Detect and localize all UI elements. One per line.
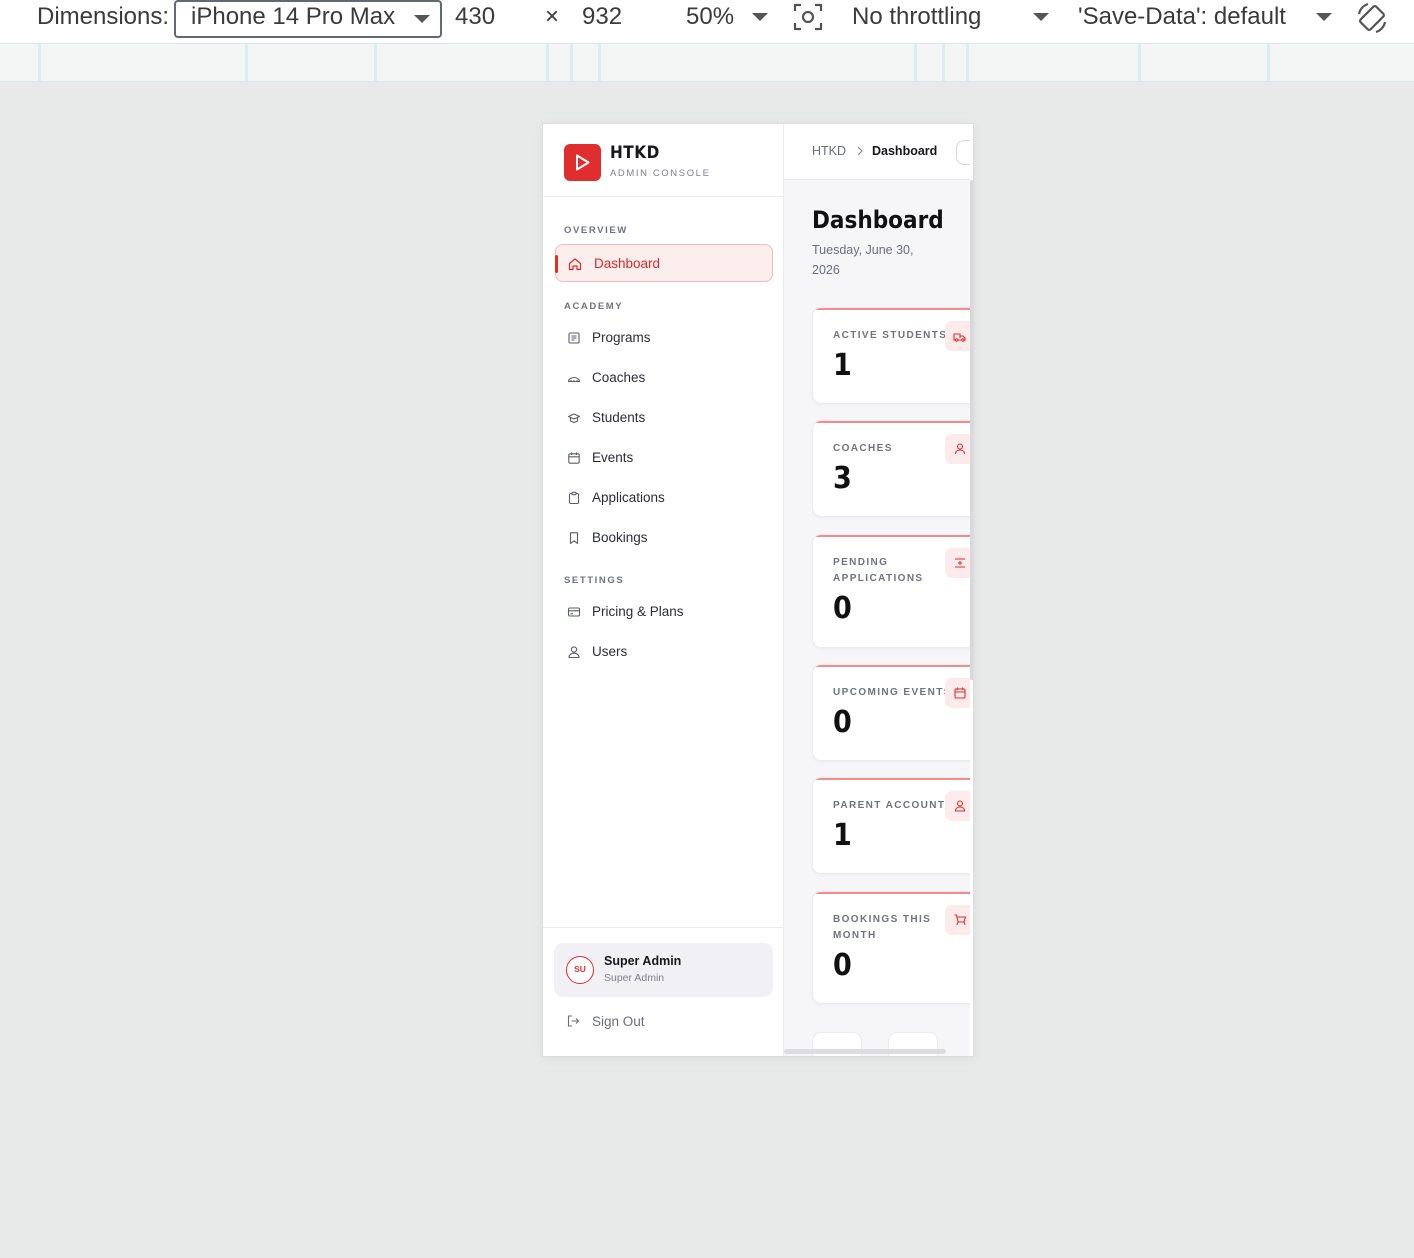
stat-label: UPCOMING EVENTS [833,687,952,698]
times-icon: × [545,3,560,30]
sidebar-item-dashboard[interactable]: Dashboard [555,244,773,282]
sidebar-item-label: Bookings [592,530,648,545]
users-icon [568,646,580,659]
chevron-down-icon [752,13,768,21]
sidebar-item-label: Dashboard [594,256,661,271]
stat-card-parent-accounts[interactable]: PARENT ACCOUNTS 1 [812,777,970,874]
user-name: Super Admin [604,954,682,968]
sign-out-button[interactable]: Sign Out [554,1006,773,1036]
stat-card-active-students[interactable]: ACTIVE STUDENTS 1 [812,307,970,404]
dimensions-label: Dimensions: [37,3,170,30]
sidebar-item-bookings[interactable]: Bookings [555,519,773,557]
file-plus-icon [945,548,970,578]
brand[interactable]: HTKD ADMIN CONSOLE [543,124,783,197]
stat-value: 3 [833,461,852,496]
sidebar-item-applications[interactable]: Applications [555,479,773,517]
rotate-icon[interactable] [1354,0,1390,36]
stat-label: ACTIVE STUDENTS [833,330,948,341]
nav-section-overview: OVERVIEW [564,225,628,236]
sidebar-item-label: Programs [592,330,651,345]
stat-card-pending-applications[interactable]: PENDING APPLICATIONS 0 [812,534,970,648]
user-icon [945,791,970,821]
nav-section-academy: ACADEMY [564,301,624,312]
save-data-select-value: 'Save-Data': default [1078,3,1286,30]
brand-subtitle: ADMIN CONSOLE [610,168,711,179]
whistle-icon [567,377,581,383]
sidebar-item-label: Coaches [592,370,646,385]
topbar-button[interactable] [956,140,970,165]
vertical-scrollbar[interactable] [970,180,973,680]
chevron-right-icon [857,146,863,156]
width-input[interactable]: 430 [455,3,495,31]
graduation-cap-icon [567,413,581,424]
stat-value: 0 [833,948,852,983]
chevron-down-icon [1033,13,1049,21]
play-icon [576,154,590,171]
sidebar-item-programs[interactable]: Programs [555,319,773,357]
sidebar-item-label: Applications [592,490,665,505]
stat-label: PENDING APPLICATIONS [833,557,924,584]
chevron-down-icon [1316,13,1332,21]
stat-label: COACHES [833,443,893,454]
main-content: HTKD Dashboard Dashboard Tuesday, June 3… [784,124,970,1056]
stat-value: 1 [833,818,852,853]
sidebar-footer: SU Super Admin Super Admin Sign Out [543,927,783,1056]
device-select-value: iPhone 14 Pro Max [191,3,396,30]
bookmark-icon [569,532,579,545]
stat-card-bookings-this-month[interactable]: BOOKINGS THIS MONTH 0 [812,891,970,1004]
students-icon [945,321,970,351]
sidebar-item-students[interactable]: Students [555,399,773,437]
throttling-select-value: No throttling [852,3,982,30]
user-card[interactable]: SU Super Admin Super Admin [554,943,773,997]
topbar: HTKD Dashboard [784,124,970,180]
stat-label: PARENT ACCOUNTS [833,800,954,811]
stat-value: 0 [833,705,852,740]
device-select[interactable]: iPhone 14 Pro Max [174,0,442,38]
sidebar-item-coaches[interactable]: Coaches [555,359,773,397]
stat-card-coaches[interactable]: COACHES 3 [812,420,970,517]
clipboard-icon [568,491,580,505]
home-icon [568,258,582,271]
user-icon [945,434,970,464]
height-input[interactable]: 932 [582,3,622,31]
sidebar-item-users[interactable]: Users [555,633,773,671]
sidebar: HTKD ADMIN CONSOLE OVERVIEW Dashboard AC… [543,124,784,1056]
breadcrumb-current: Dashboard [872,144,938,158]
device-viewport: HTKD ADMIN CONSOLE OVERVIEW Dashboard AC… [542,123,974,1057]
stat-value: 1 [833,348,852,383]
page-date: Tuesday, June 30, 2026 [812,243,914,277]
sidebar-item-pricing[interactable]: Pricing & Plans [555,593,773,631]
calendar-icon [568,452,580,464]
sidebar-item-label: Events [592,450,634,465]
screenshot-icon[interactable] [793,2,823,32]
sidebar-item-label: Pricing & Plans [592,604,684,619]
sidebar-item-label: Users [592,644,628,659]
horizontal-scrollbar[interactable] [784,1049,946,1054]
nav-section-settings: SETTINGS [564,575,625,586]
user-role: Super Admin [604,972,665,984]
media-query-ruler [0,44,1414,82]
sidebar-item-events[interactable]: Events [555,439,773,477]
brand-logo [564,144,601,181]
zoom-select-value: 50% [686,3,735,30]
stat-label: BOOKINGS THIS MONTH [833,914,932,941]
newspaper-icon [568,332,580,344]
avatar: SU [566,956,594,984]
calendar-icon [945,678,970,708]
stat-card-upcoming-events[interactable]: UPCOMING EVENTS 0 [812,664,970,761]
brand-name: HTKD [610,143,660,163]
sidebar-item-label: Students [592,410,646,425]
devtools-device-toolbar: Dimensions: iPhone 14 Pro Max 430 × 932 … [0,0,1414,44]
credit-card-icon [567,607,581,617]
stat-value: 0 [833,591,852,626]
sign-out-label: Sign Out [592,1014,645,1029]
page-title: Dashboard [812,206,944,234]
cart-icon [945,905,970,935]
chevron-down-icon [414,15,430,23]
sign-out-icon [567,1015,580,1027]
breadcrumb-root[interactable]: HTKD [812,144,846,158]
